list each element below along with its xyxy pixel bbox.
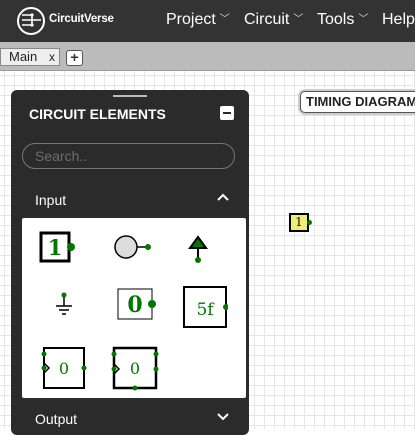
random-element[interactable]: 0 (30, 346, 90, 396)
power-element-icon (188, 235, 208, 263)
random-element-icon: 0 (41, 347, 87, 389)
panel-title: CIRCUIT ELEMENTS (29, 106, 166, 122)
button-element-icon (114, 235, 151, 259)
canvas-input-node[interactable]: 1 (289, 213, 312, 232)
circuit-elements-panel: CIRCUIT ELEMENTS Input 1 (11, 90, 249, 435)
menu-help-label: Help (382, 11, 415, 28)
ground-element[interactable] (30, 286, 90, 336)
menu-tools[interactable]: Tools ﹀ (317, 11, 368, 29)
brand-name[interactable]: CircuitVerse (49, 13, 114, 25)
counter-element-icon: 0 (111, 346, 159, 391)
search-input[interactable] (22, 143, 235, 169)
timing-diagram-button[interactable]: TIMING DIAGRAM (300, 91, 415, 113)
close-tab-icon[interactable]: x (49, 49, 55, 65)
chevron-down-icon (217, 413, 229, 421)
canvas-input-node-value: 1 (295, 215, 303, 229)
circuit-tab-bar: Main x + (0, 42, 415, 71)
add-tab-button[interactable]: + (66, 50, 83, 66)
section-input-header[interactable]: Input (11, 186, 249, 214)
chevron-up-icon (217, 193, 229, 201)
menu-circuit-label: Circuit (244, 11, 290, 28)
navbar: CircuitVerse Project ﹀ Circuit ﹀ Tools ﹀ He… (0, 0, 415, 42)
input-element-glyph: 1 (48, 235, 63, 260)
ground-element-icon (56, 292, 72, 315)
random-glyph: 0 (59, 359, 69, 378)
input-element-icon: 1 (39, 231, 75, 263)
input-element[interactable]: 1 (30, 230, 90, 280)
output-port-dot (307, 220, 312, 225)
stepper-glyph: 5f (196, 300, 215, 320)
menu-help[interactable]: Help (382, 11, 415, 29)
menu-tools-label: Tools (317, 11, 355, 28)
tab-main-label: Main (9, 49, 38, 64)
input-elements-grid: 1 0 5f 0 0 (22, 218, 246, 398)
menu-project[interactable]: Project ﹀ (166, 11, 230, 29)
stepper-element-icon: 5f (183, 286, 228, 328)
power-element[interactable] (168, 230, 228, 280)
minimize-icon[interactable] (220, 106, 234, 120)
chevron-down-icon: ﹀ (293, 14, 304, 25)
chevron-down-icon: ﹀ (219, 14, 230, 25)
menu-project-label: Project (166, 11, 216, 28)
chevron-down-icon: ﹀ (358, 14, 369, 25)
button-element[interactable] (98, 230, 158, 280)
drag-handle[interactable] (113, 95, 147, 97)
counter-element[interactable]: 0 (98, 346, 159, 396)
counter-glyph: 0 (130, 359, 140, 378)
tab-main[interactable]: Main x (0, 48, 60, 66)
constant-value-element-icon: 0 (117, 288, 156, 320)
stepper-element[interactable]: 5f (168, 286, 228, 336)
section-input-label: Input (35, 192, 67, 208)
constant-value-element[interactable]: 0 (98, 286, 158, 336)
menu-circuit[interactable]: Circuit ﹀ (244, 11, 303, 29)
section-output-label: Output (35, 411, 78, 427)
circuitverse-logo-icon[interactable] (16, 6, 46, 36)
constant-value-glyph: 0 (127, 292, 142, 318)
